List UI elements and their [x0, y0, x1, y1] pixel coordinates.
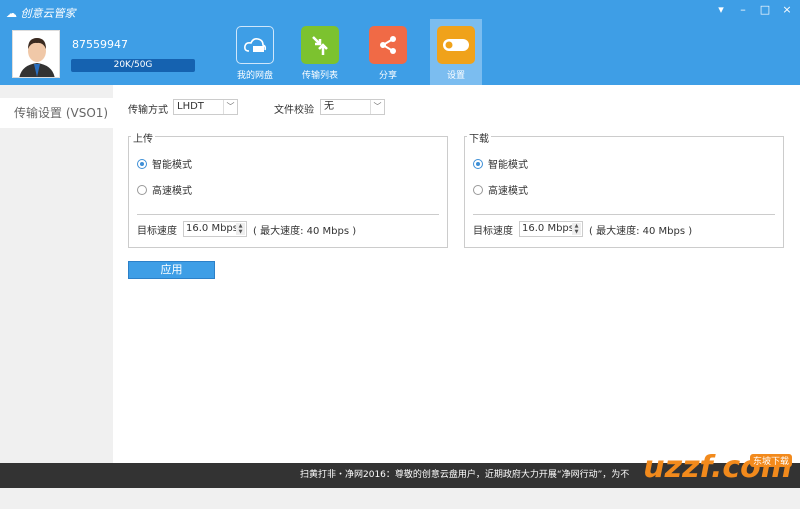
upload-fast-mode-radio[interactable]: 高速模式	[137, 182, 192, 197]
speed-value: 16.0 Mbps	[522, 223, 574, 234]
upload-speed-row: 目标速度 16.0 Mbps ▲ ▼ ( 最大速度: 40 Mbps )	[137, 221, 356, 237]
speed-value: 16.0 Mbps	[186, 223, 238, 234]
header: ☁ 创意云管家 ▾ – □ × 87559947 20K/50G 我的网盘 传输…	[0, 0, 800, 85]
close-button[interactable]: ×	[780, 3, 794, 16]
download-group-title: 下载	[467, 130, 491, 145]
sidebar: 传输设置 (VSO1)	[0, 85, 113, 463]
watermark-tag: 东坡下载	[749, 454, 792, 467]
transfer-arrows-icon	[301, 26, 339, 64]
max-speed-text: ( 最大速度: 40 Mbps )	[589, 225, 693, 237]
download-fast-mode-radio[interactable]: 高速模式	[473, 182, 528, 197]
selected-value: LHDT	[177, 101, 204, 112]
chevron-down-icon: ﹀	[223, 100, 237, 114]
user-avatar-icon	[13, 31, 59, 77]
nav-settings[interactable]: 设置	[430, 19, 482, 85]
upload-group-title: 上传	[131, 130, 155, 145]
spin-arrows-icon[interactable]: ▲ ▼	[572, 223, 581, 235]
speed-label: 目标速度	[473, 225, 513, 237]
divider	[137, 214, 439, 215]
radio-label: 智能模式	[488, 160, 528, 171]
file-verify-label: 文件校验	[274, 105, 314, 116]
radio-label: 高速模式	[488, 186, 528, 197]
download-speed-row: 目标速度 16.0 Mbps ▲ ▼ ( 最大速度: 40 Mbps )	[473, 221, 692, 237]
window-controls: ▾ – □ ×	[714, 3, 794, 16]
nav-transfer-list[interactable]: 传输列表	[294, 19, 346, 85]
radio-checked-icon	[473, 158, 483, 169]
sidebar-item-transfer-settings[interactable]: 传输设置 (VSO1)	[0, 98, 113, 128]
nav-label: 设置	[446, 71, 465, 81]
storage-quota-bar: 20K/50G	[71, 59, 195, 72]
app-title: 创意云管家	[20, 7, 76, 20]
upload-group: 上传 智能模式 高速模式 目标速度 16.0 Mbps ▲ ▼ ( 最大速度: 40…	[128, 130, 448, 248]
transfer-method-label: 传输方式	[128, 105, 168, 116]
divider	[473, 214, 775, 215]
radio-label: 智能模式	[152, 160, 192, 171]
selected-value: 无	[324, 101, 334, 112]
speed-label: 目标速度	[137, 225, 177, 237]
chevron-down-icon: ﹀	[370, 100, 384, 114]
share-icon	[369, 26, 407, 64]
radio-unchecked-icon	[473, 184, 483, 195]
upload-speed-stepper[interactable]: 16.0 Mbps ▲ ▼	[183, 221, 247, 237]
status-bar	[0, 488, 800, 509]
radio-unchecked-icon	[137, 184, 147, 195]
spin-arrows-icon[interactable]: ▲ ▼	[236, 223, 245, 235]
nav-label: 分享	[378, 71, 397, 81]
watermark-logo: uzzf.com 东坡下载	[643, 450, 792, 485]
minimize-button[interactable]: –	[736, 3, 750, 16]
nav-share[interactable]: 分享	[362, 19, 414, 85]
download-speed-stepper[interactable]: 16.0 Mbps ▲ ▼	[519, 221, 583, 237]
file-verify-select[interactable]: 无 ﹀	[320, 99, 385, 115]
user-id: 87559947	[72, 38, 128, 51]
radio-label: 高速模式	[152, 186, 192, 197]
max-speed-text: ( 最大速度: 40 Mbps )	[253, 225, 357, 237]
apply-button[interactable]: 应用	[128, 261, 215, 279]
app-logo: ☁ 创意云管家	[6, 7, 76, 20]
avatar[interactable]	[12, 30, 60, 78]
nav-label: 我的网盘	[236, 71, 273, 81]
transfer-method-select[interactable]: LHDT ﹀	[173, 99, 238, 115]
maximize-button[interactable]: □	[758, 3, 772, 16]
radio-checked-icon	[137, 158, 147, 169]
nav-my-disk[interactable]: 我的网盘	[229, 19, 281, 85]
download-group: 下载 智能模式 高速模式 目标速度 16.0 Mbps ▲ ▼ ( 最大速度: 40…	[464, 130, 784, 248]
nav-label: 传输列表	[301, 71, 338, 81]
settings-panel: 传输方式 LHDT ﹀ 文件校验 无 ﹀ 上传 智能模式 高速模式 目标速度 16.…	[113, 85, 800, 463]
upload-smart-mode-radio[interactable]: 智能模式	[137, 156, 192, 171]
menu-button[interactable]: ▾	[714, 3, 728, 16]
toggle-settings-icon	[437, 26, 475, 64]
download-smart-mode-radio[interactable]: 智能模式	[473, 156, 528, 171]
cloud-disk-icon	[236, 26, 274, 64]
